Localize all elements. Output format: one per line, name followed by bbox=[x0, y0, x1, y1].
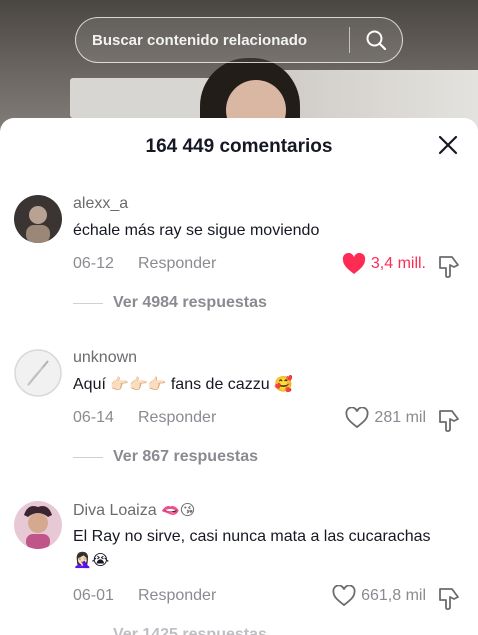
reply-button[interactable]: Responder bbox=[138, 409, 216, 427]
comment-text-suffix: fans de cazzu bbox=[170, 376, 270, 393]
reply-button[interactable]: Responder bbox=[138, 587, 216, 605]
view-replies-label: Ver 1425 respuestas bbox=[113, 626, 267, 635]
comment-username[interactable]: unknown bbox=[73, 349, 137, 367]
avatar[interactable] bbox=[14, 349, 62, 397]
like-button[interactable]: 281 mil bbox=[345, 407, 426, 429]
video-air-conditioner bbox=[70, 78, 220, 118]
view-replies-button[interactable]: Ver 4984 respuestas bbox=[73, 294, 267, 312]
pointing-emojis: 👉🏻👉🏻👉🏻 bbox=[110, 376, 167, 393]
comment-text-prefix: Aquí bbox=[73, 376, 106, 393]
search-bar[interactable]: Buscar contenido relacionado bbox=[75, 17, 403, 63]
like-count: 661,8 mil bbox=[361, 587, 426, 604]
comment-date: 06-14 bbox=[73, 409, 114, 426]
like-count: 3,4 mill. bbox=[370, 255, 426, 272]
comments-count-title: 164 449 comentarios bbox=[145, 136, 333, 157]
comments-sheet: 164 449 comentarios alexx_a échale más r… bbox=[0, 118, 478, 635]
comment-text: El Ray no sirve, casi nunca mata a las c… bbox=[73, 528, 431, 545]
heart-outline-icon bbox=[345, 407, 369, 429]
comment-username[interactable]: Diva Loaiza 🫦😘 bbox=[73, 501, 195, 520]
comment-text: échale más ray se sigue moviendo bbox=[73, 222, 320, 239]
comment-username[interactable]: alexx_a bbox=[73, 195, 128, 213]
like-button[interactable]: 3,4 mill. bbox=[342, 253, 426, 275]
comment-text-emojis: 🤦🏻‍♀️😭 bbox=[73, 549, 109, 573]
smiling-hearts-emoji: 🥰 bbox=[274, 376, 293, 393]
comment-date: 06-01 bbox=[73, 587, 114, 604]
comment-text: Aquí 👉🏻👉🏻👉🏻 fans de cazzu 🥰 bbox=[73, 373, 293, 397]
facepalm-crying-emojis: 🤦🏻‍♀️😭 bbox=[73, 552, 110, 569]
thumbs-down-icon[interactable] bbox=[436, 253, 462, 279]
view-replies-label: Ver 4984 respuestas bbox=[113, 294, 267, 311]
replies-divider bbox=[73, 456, 103, 458]
thumbs-down-icon[interactable] bbox=[436, 407, 462, 433]
thumbs-down-icon[interactable] bbox=[436, 585, 462, 611]
view-replies-button[interactable]: Ver 867 respuestas bbox=[73, 448, 258, 466]
heart-outline-icon bbox=[332, 585, 356, 607]
replies-divider bbox=[73, 302, 103, 304]
reply-button[interactable]: Responder bbox=[138, 255, 216, 273]
search-placeholder[interactable]: Buscar contenido relacionado bbox=[76, 32, 349, 49]
heart-filled-icon bbox=[342, 253, 366, 274]
search-icon[interactable] bbox=[350, 17, 402, 63]
username-emojis: 🫦😘 bbox=[161, 502, 196, 519]
avatar[interactable] bbox=[14, 501, 62, 549]
like-count: 281 mil bbox=[374, 409, 426, 426]
like-button[interactable]: 661,8 mil bbox=[332, 585, 426, 607]
view-replies-label: Ver 867 respuestas bbox=[113, 448, 258, 465]
view-replies-button[interactable]: Ver 1425 respuestas bbox=[73, 626, 267, 635]
comment-date: 06-12 bbox=[73, 255, 114, 272]
username-text: Diva Loaiza bbox=[73, 502, 157, 519]
avatar[interactable] bbox=[14, 195, 62, 243]
close-icon[interactable] bbox=[436, 133, 460, 157]
